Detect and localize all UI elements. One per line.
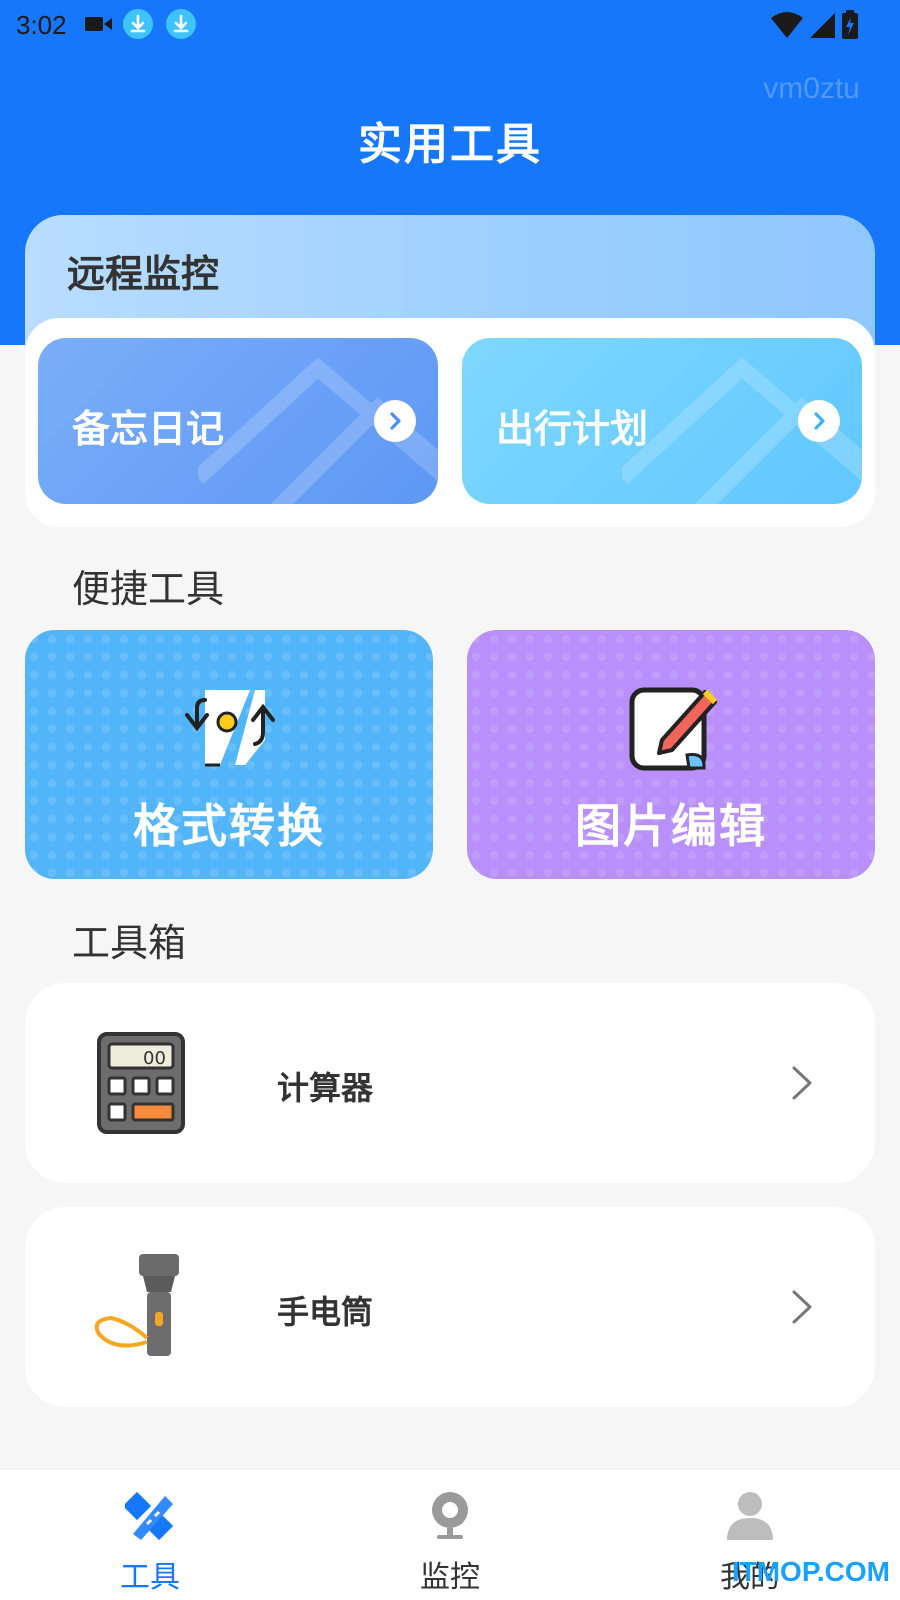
remote-features: 备忘日记 出行计划 xyxy=(25,318,875,527)
remote-monitor-card: 远程监控 备忘日记 出行计划 xyxy=(25,215,875,527)
watermark: vm0ztu xyxy=(763,72,860,105)
tab-monitor-label: 监控 xyxy=(420,1560,480,1595)
toolbox-title: 工具箱 xyxy=(72,921,187,965)
status-indicators xyxy=(770,10,860,40)
flashlight-icon xyxy=(94,1254,179,1356)
format-convert-button[interactable]: 格式转换 xyxy=(25,630,433,879)
quick-tools-title: 便捷工具 xyxy=(72,567,225,611)
remote-monitor-title: 远程监控 xyxy=(67,252,220,296)
user-icon xyxy=(727,1492,773,1540)
wifi-icon xyxy=(771,12,803,38)
travel-plan-button[interactable]: 出行计划 xyxy=(462,338,862,504)
flashlight-item[interactable]: 手电筒 xyxy=(25,1207,875,1407)
calculator-item[interactable]: 00 计算器 xyxy=(25,983,875,1183)
image-edit-label: 图片编辑 xyxy=(575,799,767,853)
battery-icon xyxy=(842,10,858,39)
image-edit-button[interactable]: 图片编辑 xyxy=(467,630,875,879)
chevron-right-icon xyxy=(792,1290,812,1324)
page-title: 实用工具 xyxy=(358,119,542,170)
tab-tools[interactable]: 工具 xyxy=(50,1470,250,1600)
edit-image-icon xyxy=(629,687,718,771)
flashlight-label: 手电筒 xyxy=(277,1293,374,1331)
format-convert-label: 格式转换 xyxy=(133,799,325,853)
convert-icon xyxy=(185,690,275,767)
tab-tools-label: 工具 xyxy=(120,1560,180,1595)
download-icon xyxy=(166,9,196,39)
site-watermark: ITMOP.COM xyxy=(731,1556,890,1587)
webcam-icon xyxy=(432,1492,468,1539)
status-bar: 3:02 xyxy=(0,0,900,50)
video-camera-icon xyxy=(85,17,112,31)
chevron-right-circle-icon xyxy=(374,400,416,442)
chevron-right-circle-icon xyxy=(798,400,840,442)
signal-icon xyxy=(810,13,835,38)
download-icon xyxy=(123,9,153,39)
calculator-display: 00 xyxy=(143,1048,166,1069)
tab-monitor[interactable]: 监控 xyxy=(350,1470,550,1600)
chevron-right-icon xyxy=(792,1066,812,1100)
calculator-icon: 00 xyxy=(97,1032,185,1134)
calculator-label: 计算器 xyxy=(277,1069,374,1107)
status-time: 3:02 xyxy=(16,10,67,40)
travel-plan-label: 出行计划 xyxy=(496,407,649,451)
memo-diary-label: 备忘日记 xyxy=(72,407,225,451)
ruler-pencil-icon xyxy=(125,1491,174,1540)
memo-diary-button[interactable]: 备忘日记 xyxy=(38,338,438,504)
